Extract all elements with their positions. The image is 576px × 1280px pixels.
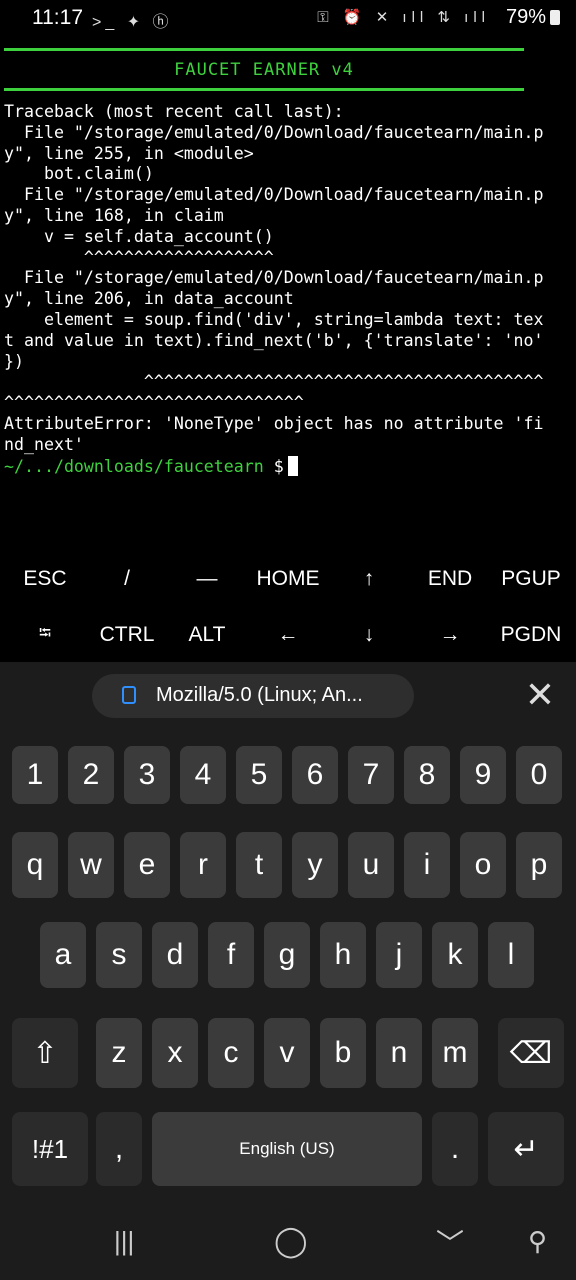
comma-key[interactable]: , [96,1112,142,1186]
key-5[interactable]: 5 [236,746,282,804]
down-arrow-key[interactable]: ↓ [328,612,410,658]
key-4[interactable]: 4 [180,746,226,804]
key-y[interactable]: y [292,832,338,898]
key-h[interactable]: h [320,922,366,988]
key-c[interactable]: c [208,1018,254,1088]
right-arrow-key[interactable]: → [409,612,491,658]
key-m[interactable]: m [432,1018,478,1088]
key-n[interactable]: n [376,1018,422,1088]
key-8[interactable]: 8 [404,746,450,804]
key-g[interactable]: g [264,922,310,988]
battery-percent: 79% [505,6,546,28]
key-2[interactable]: 2 [68,746,114,804]
tab-key[interactable]: ⭾ [4,612,86,658]
key-l[interactable]: l [488,922,534,988]
key-r[interactable]: r [180,832,226,898]
key-o[interactable]: o [460,832,506,898]
shell-prompt[interactable]: ~/.../downloads/faucetearn $ [4,456,298,478]
notification-icons: >_ ✦ ⓗ [92,14,173,31]
key-1[interactable]: 1 [12,746,58,804]
key-u[interactable]: u [348,832,394,898]
key-x[interactable]: x [152,1018,198,1088]
left-arrow-key[interactable]: ← [247,612,329,658]
key-3[interactable]: 3 [124,746,170,804]
key-q[interactable]: q [12,832,58,898]
backspace-key[interactable]: ⌫ [498,1018,564,1088]
symbols-key[interactable]: !#1 [12,1112,88,1186]
accessibility-icon[interactable]: ⚲ [528,1226,547,1257]
suggestion-text: Mozilla/5.0 (Linux; An... [156,684,363,706]
key-s[interactable]: s [96,922,142,988]
status-time: 11:17 [32,6,83,29]
close-icon[interactable]: ✕ [520,676,560,716]
recents-icon[interactable]: ||| [114,1226,134,1257]
key-d[interactable]: d [152,922,198,988]
period-key[interactable]: . [432,1112,478,1186]
extra-keys-bar: ESC / — HOME ↑ END PGUP ⭾ CTRL ALT ← ↓ →… [0,556,576,662]
clipboard-icon [122,686,136,704]
prompt-path: ~/.../downloads/faucetearn [4,457,264,476]
text-cursor [287,456,298,476]
alt-key[interactable]: ALT [166,612,248,658]
traceback-text: Traceback (most recent call last): File … [4,102,544,454]
key-k[interactable]: k [432,922,478,988]
banner-title: FAUCET EARNER v4 [174,60,354,80]
key-7[interactable]: 7 [348,746,394,804]
clipboard-suggestion-chip[interactable]: Mozilla/5.0 (Linux; An... [92,674,414,718]
key-v[interactable]: v [264,1018,310,1088]
esc-key[interactable]: ESC [4,556,86,602]
system-status-icons: ⚿ ⏰ ✕ ıll ⇅ ıll [317,9,490,26]
key-f[interactable]: f [208,922,254,988]
key-a[interactable]: a [40,922,86,988]
key-w[interactable]: w [68,832,114,898]
banner-bottom-rule [4,88,524,91]
key-i[interactable]: i [404,832,450,898]
home-icon[interactable]: ◯ [274,1224,308,1259]
soft-keyboard: Mozilla/5.0 (Linux; An... ✕ 1 2 3 4 5 6 … [0,662,576,1280]
up-arrow-key[interactable]: ↑ [328,556,410,602]
home-key[interactable]: HOME [247,556,329,602]
slash-key[interactable]: / [86,556,168,602]
key-9[interactable]: 9 [460,746,506,804]
back-icon[interactable]: ﹀ [436,1222,464,1262]
prompt-symbol: $ [263,457,284,476]
key-6[interactable]: 6 [292,746,338,804]
key-e[interactable]: e [124,832,170,898]
end-key[interactable]: END [409,556,491,602]
dash-key[interactable]: — [166,556,248,602]
key-p[interactable]: p [516,832,562,898]
key-j[interactable]: j [376,922,422,988]
key-t[interactable]: t [236,832,282,898]
shift-key[interactable]: ⇧ [12,1018,78,1088]
ctrl-key[interactable]: CTRL [86,612,168,658]
status-bar: 11:17 >_ ✦ ⓗ ⚿ ⏰ ✕ ıll ⇅ ıll 79% [0,0,576,36]
banner-top-rule [4,48,524,51]
navigation-bar: ||| ◯ ﹀ ⚲ [0,1212,576,1280]
space-key[interactable]: English (US) [152,1112,422,1186]
enter-key[interactable]: ↵ [488,1112,564,1186]
pgdn-key[interactable]: PGDN [490,612,572,658]
battery-icon [550,10,560,25]
pgup-key[interactable]: PGUP [490,556,572,602]
key-0[interactable]: 0 [516,746,562,804]
key-b[interactable]: b [320,1018,366,1088]
key-z[interactable]: z [96,1018,142,1088]
terminal-output[interactable]: FAUCET EARNER v4 Traceback (most recent … [0,36,576,556]
